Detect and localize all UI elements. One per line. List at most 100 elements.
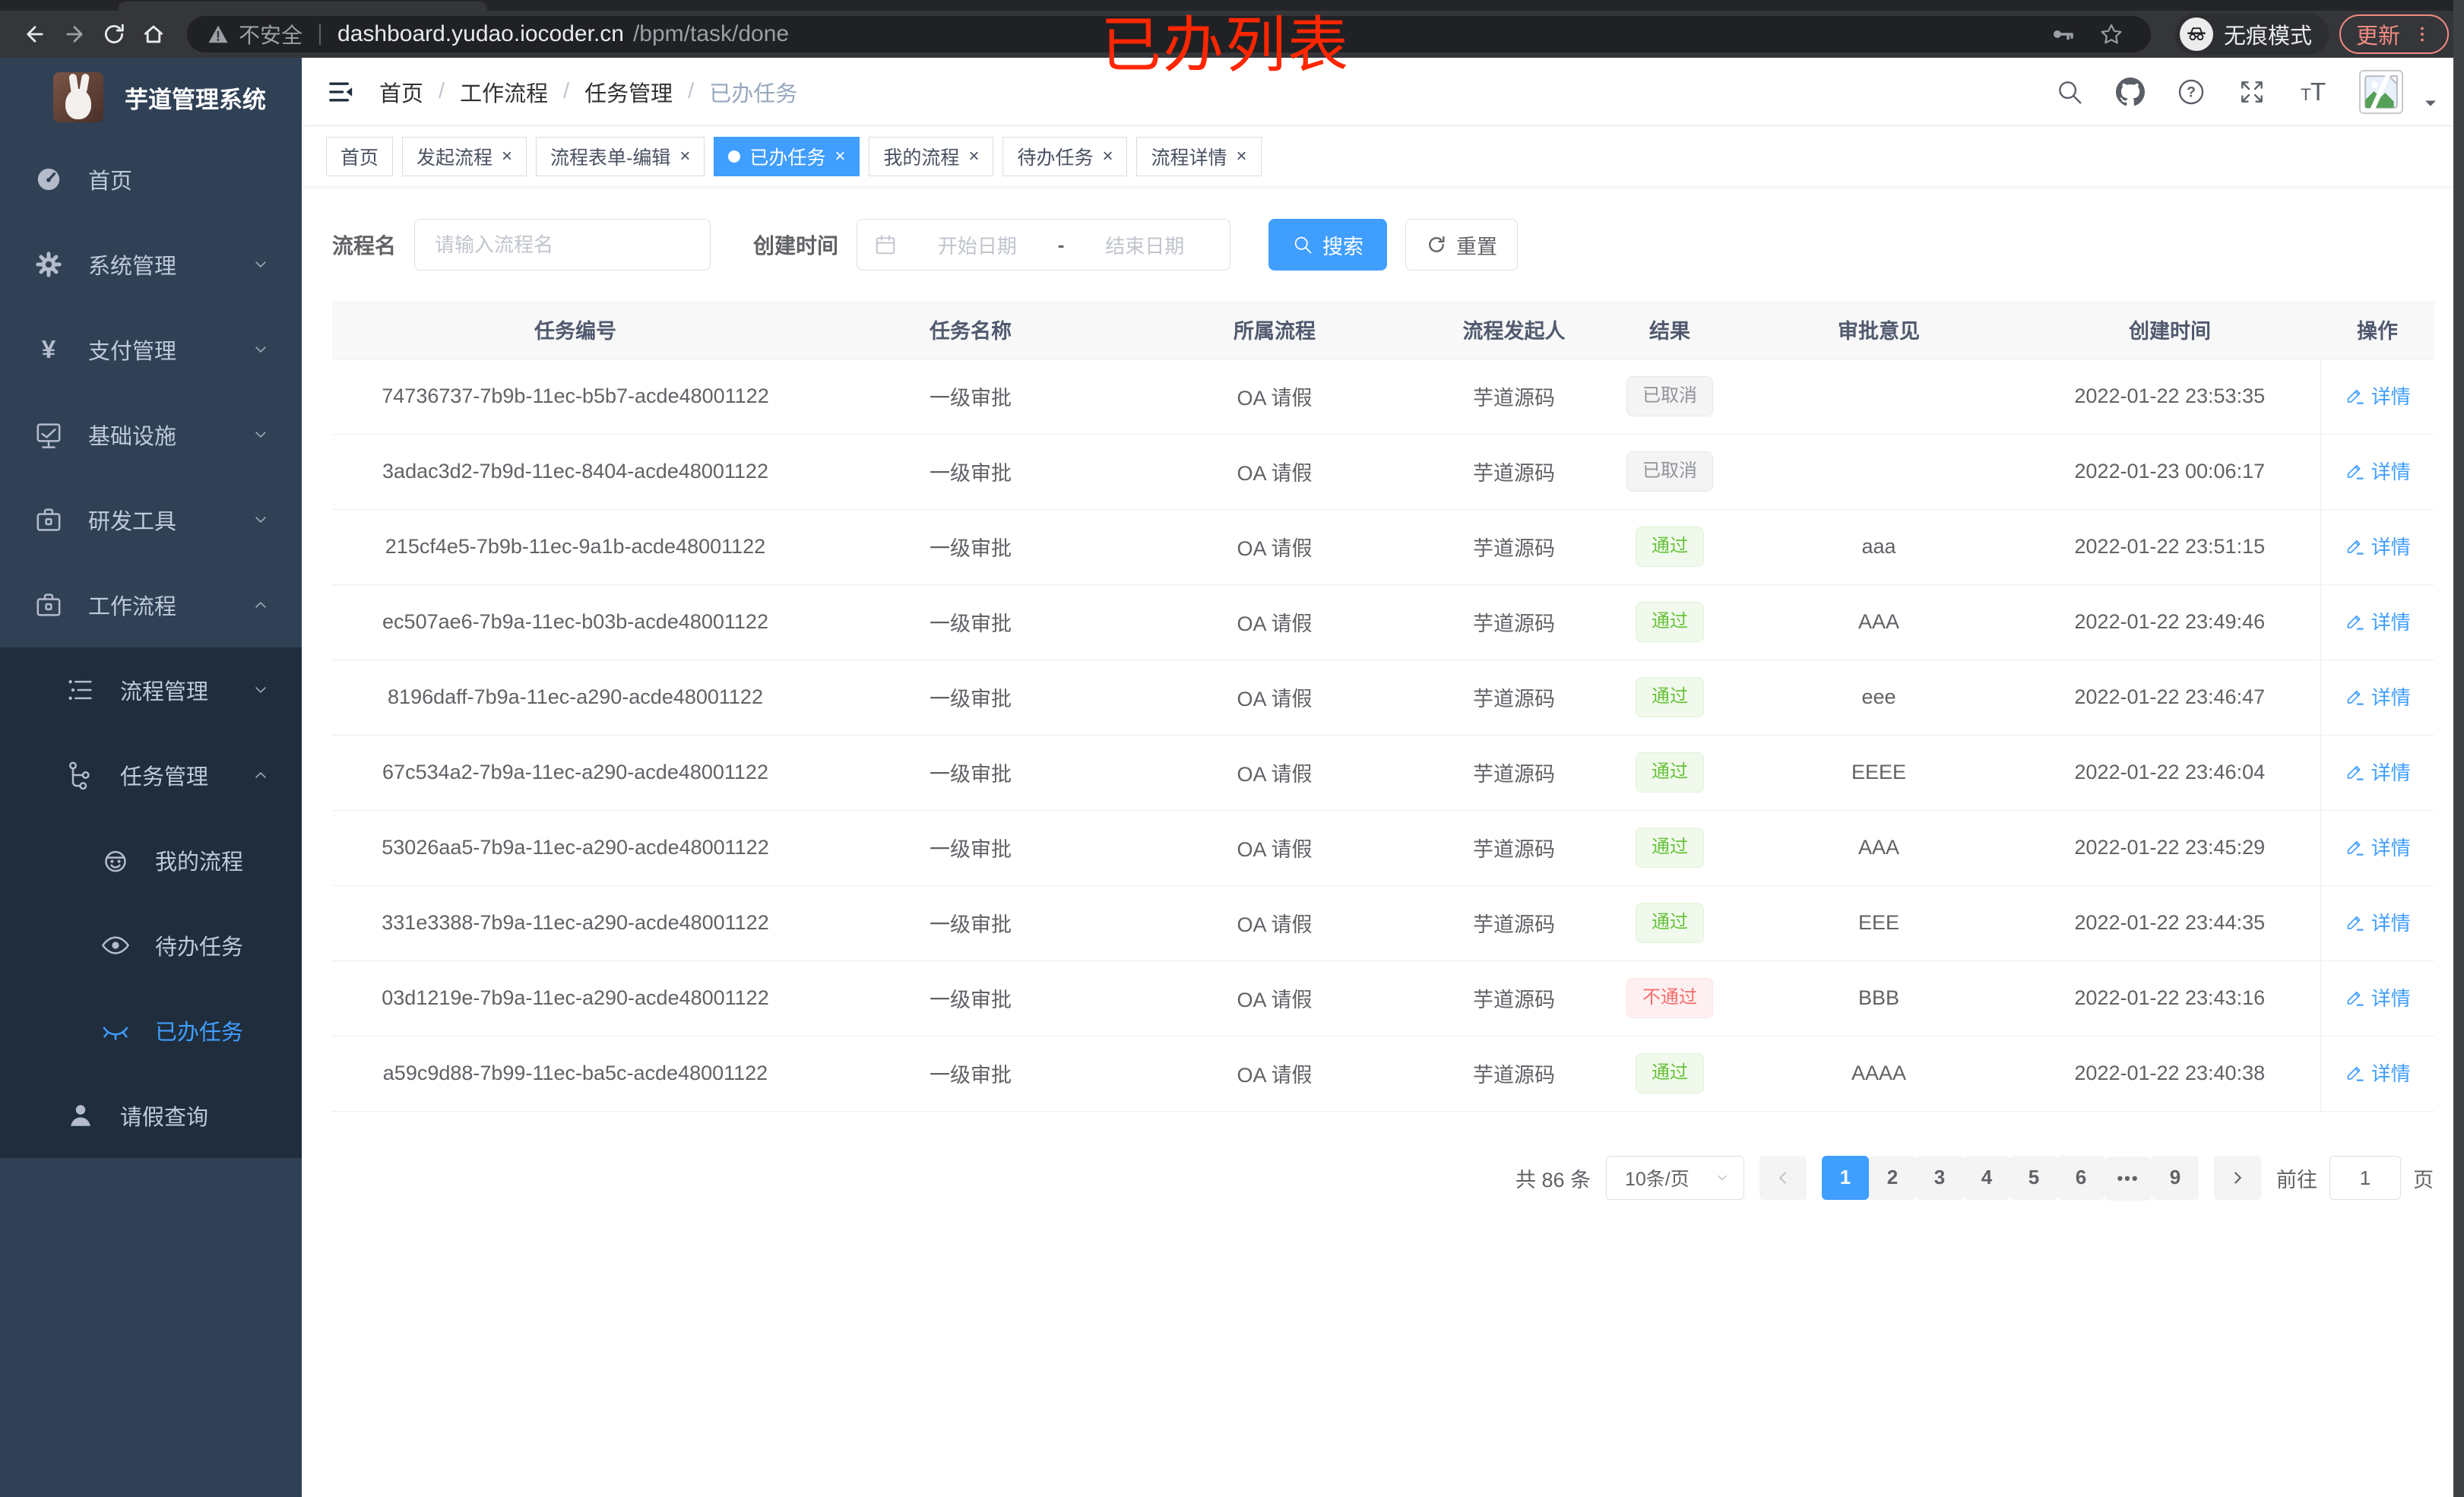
chevron-down-icon	[250, 679, 271, 701]
page-button[interactable]: 2	[1869, 1155, 1916, 1200]
fullscreen-icon[interactable]	[2238, 78, 2266, 106]
sidebar-collapse-icon[interactable]	[326, 77, 356, 107]
process-name-input[interactable]	[414, 219, 711, 271]
tab[interactable]: 待办任务 ×	[1002, 136, 1128, 176]
task-name-cell: 一级审批	[819, 1036, 1123, 1112]
created-cell: 2022-01-22 23:44:35	[2019, 885, 2320, 961]
sidebar-item[interactable]: 待办任务	[0, 903, 302, 988]
update-button[interactable]: 更新	[2339, 14, 2449, 54]
star-icon[interactable]	[2092, 14, 2131, 54]
detail-link[interactable]: 详情	[2345, 381, 2411, 410]
task-id-cell: a59c9d88-7b99-11ec-ba5c-acde48001122	[332, 1036, 819, 1112]
next-page-button[interactable]	[2214, 1156, 2261, 1201]
close-icon[interactable]: ×	[968, 147, 979, 166]
detail-link[interactable]: 详情	[2345, 532, 2411, 560]
warning-icon[interactable]	[207, 23, 230, 46]
sidebar-logo-row[interactable]: 芋道管理系统	[0, 58, 302, 137]
edit-icon	[2345, 611, 2365, 631]
close-icon[interactable]: ×	[1237, 147, 1247, 166]
reset-button[interactable]: 重置	[1405, 219, 1519, 271]
task-id-cell: 67c534a2-7b9a-11ec-a290-acde48001122	[332, 735, 819, 811]
tab[interactable]: 我的流程 ×	[869, 136, 994, 176]
help-icon[interactable]: ?	[2177, 78, 2206, 106]
action-cell: 详情	[2320, 359, 2434, 435]
comment-cell: AAA	[1738, 810, 2019, 886]
start-date-placeholder[interactable]: 开始日期	[909, 231, 1046, 259]
sidebar-item[interactable]: 基础设施	[0, 392, 302, 477]
process-cell: OA 请假	[1123, 509, 1427, 585]
close-icon[interactable]: ×	[1102, 147, 1113, 166]
forward-icon[interactable]	[55, 14, 94, 54]
page-button[interactable]: •••	[2105, 1157, 2152, 1201]
tab[interactable]: 流程表单-编辑 ×	[536, 136, 705, 176]
key-icon[interactable]	[2043, 14, 2082, 54]
search-button[interactable]: 搜索	[1268, 219, 1388, 271]
close-icon[interactable]: ×	[502, 147, 512, 166]
home-icon[interactable]	[134, 14, 173, 54]
sidebar-item[interactable]: ¥ 支付管理	[0, 307, 302, 392]
sidebar-item[interactable]: 工作流程	[0, 562, 302, 647]
svg-text:¥: ¥	[42, 336, 56, 364]
edit-icon	[2345, 686, 2365, 707]
starter-cell: 芋道源码	[1427, 584, 1601, 660]
close-icon[interactable]: ×	[679, 147, 690, 166]
back-icon[interactable]	[15, 14, 55, 54]
detail-link[interactable]: 详情	[2345, 908, 2411, 936]
font-size-icon[interactable]: TT	[2298, 78, 2327, 106]
search-icon[interactable]	[2055, 78, 2084, 106]
detail-link[interactable]: 详情	[2345, 682, 2411, 711]
browser-active-tab[interactable]	[118, 2, 487, 11]
tab[interactable]: 流程详情 ×	[1136, 136, 1262, 176]
comment-cell: AAA	[1738, 584, 2019, 660]
avatar[interactable]	[2359, 69, 2403, 114]
status-badge: 通过	[1636, 903, 1704, 943]
created-cell: 2022-01-22 23:46:04	[2019, 735, 2320, 811]
page-size-select[interactable]: 10条/页	[1606, 1156, 1744, 1201]
process-cell: OA 请假	[1123, 359, 1427, 435]
sidebar-item[interactable]: 我的流程	[0, 818, 302, 903]
end-date-placeholder[interactable]: 结束日期	[1076, 231, 1213, 259]
tab[interactable]: 已办任务 ×	[714, 136, 860, 176]
page-button[interactable]: 4	[1963, 1155, 2010, 1200]
breadcrumb-item[interactable]: 已办任务	[709, 76, 797, 108]
menu-dots-icon[interactable]	[2412, 24, 2432, 44]
breadcrumb-item[interactable]: 工作流程	[460, 76, 548, 108]
page-button[interactable]: 9	[2152, 1155, 2199, 1200]
flow-nodes-icon	[64, 758, 97, 792]
caret-down-icon[interactable]	[2421, 94, 2440, 112]
close-icon[interactable]: ×	[835, 147, 845, 166]
detail-link[interactable]: 详情	[2345, 758, 2411, 786]
sidebar-item[interactable]: 研发工具	[0, 477, 302, 562]
created-cell: 2022-01-22 23:49:46	[2019, 584, 2320, 660]
comment-cell: eee	[1738, 660, 2019, 736]
tab[interactable]: 首页	[326, 136, 394, 176]
tab[interactable]: 发起流程 ×	[402, 136, 527, 176]
prev-page-button[interactable]	[1759, 1156, 1807, 1201]
detail-link[interactable]: 详情	[2345, 457, 2411, 485]
table-row: 67c534a2-7b9a-11ec-a290-acde48001122 一级审…	[332, 735, 2434, 811]
page-button[interactable]: 3	[1916, 1155, 1963, 1200]
sidebar-item[interactable]: 流程管理	[0, 647, 302, 733]
breadcrumb-item[interactable]: 任务管理	[584, 76, 673, 108]
sidebar-item[interactable]: 请假查询	[0, 1073, 302, 1158]
status-badge: 通过	[1636, 677, 1704, 717]
page-button[interactable]: 5	[2010, 1155, 2057, 1200]
detail-link[interactable]: 详情	[2345, 607, 2411, 635]
sidebar-item[interactable]: 已办任务	[0, 988, 302, 1073]
page-button[interactable]: 1	[1822, 1155, 1869, 1200]
goto-page: 前往 页	[2276, 1156, 2434, 1201]
goto-page-input[interactable]	[2329, 1156, 2401, 1201]
breadcrumb-item[interactable]: 首页	[379, 76, 423, 108]
table-row: 215cf4e5-7b9b-11ec-9a1b-acde48001122 一级审…	[332, 509, 2434, 585]
sidebar-item[interactable]: 首页	[0, 137, 302, 222]
detail-link[interactable]: 详情	[2345, 983, 2411, 1011]
github-icon[interactable]	[2116, 77, 2145, 106]
reload-icon[interactable]	[94, 14, 134, 54]
sidebar-item[interactable]: 系统管理	[0, 222, 302, 307]
window-scrollbar[interactable]	[2453, 0, 2464, 1497]
detail-link[interactable]: 详情	[2345, 1059, 2411, 1087]
sidebar-item[interactable]: 任务管理	[0, 733, 302, 818]
page-button[interactable]: 6	[2057, 1155, 2105, 1200]
detail-link[interactable]: 详情	[2345, 833, 2411, 861]
date-range-picker[interactable]: 开始日期 - 结束日期	[857, 219, 1231, 271]
